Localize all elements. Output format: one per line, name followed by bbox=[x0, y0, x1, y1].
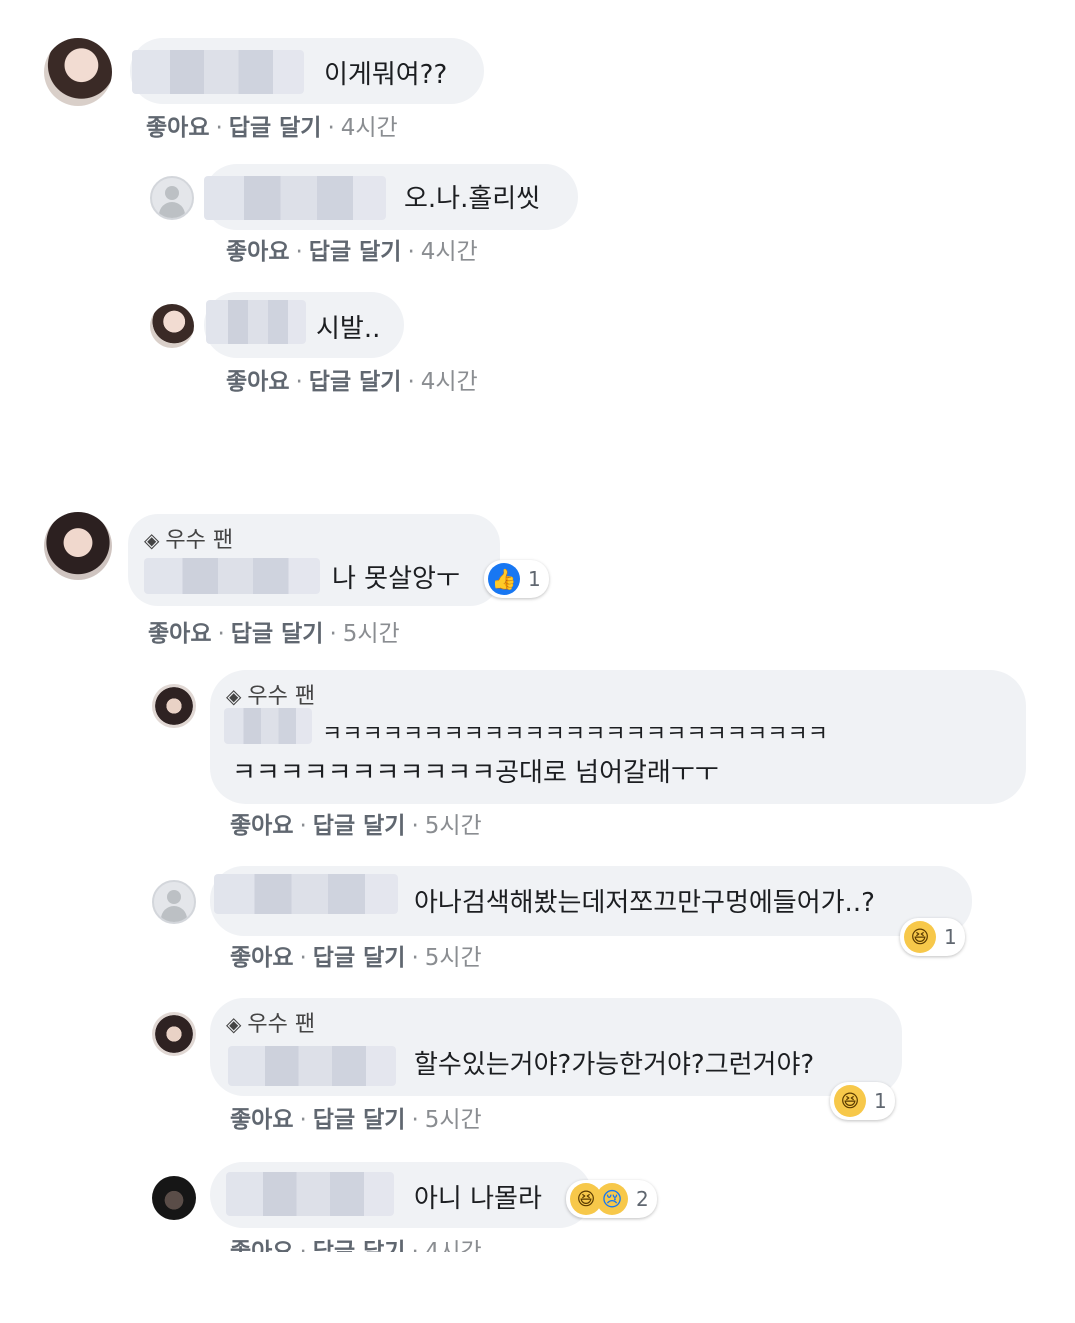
like-link[interactable]: 좋아요 bbox=[230, 813, 293, 839]
blurred-username bbox=[224, 708, 312, 744]
reply-bubble: 시발.. bbox=[204, 292, 404, 358]
default-avatar-icon[interactable] bbox=[152, 880, 196, 924]
reaction-count[interactable]: 😆 1 bbox=[830, 1082, 895, 1120]
reaction-count[interactable]: 👍 1 bbox=[484, 560, 549, 598]
timestamp[interactable]: 5시간 bbox=[425, 813, 482, 839]
haha-emoji-icon: 😆 bbox=[904, 921, 936, 953]
top-fan-badge: ◈ 우수 팬 bbox=[226, 1006, 315, 1038]
comment-actions: 좋아요 · 답글 달기 · 5시간 bbox=[148, 621, 400, 647]
blurred-username bbox=[214, 874, 398, 914]
diamond-icon: ◈ bbox=[226, 1012, 242, 1036]
like-link[interactable]: 좋아요 bbox=[230, 1239, 293, 1252]
reply-link[interactable]: 답글 달기 bbox=[313, 945, 406, 971]
comment-actions: 좋아요 · 답글 달기 · 4시간 bbox=[146, 115, 398, 141]
like-link[interactable]: 좋아요 bbox=[230, 945, 293, 971]
commenter-avatar[interactable] bbox=[152, 684, 196, 728]
reply-bubble: 아나검색해봤는데저쪼끄만구멍에들어가..? bbox=[210, 866, 972, 936]
comment-bubble: ◈ 우수 팬 나 못살앙ㅜ bbox=[128, 514, 500, 606]
commenter-avatar[interactable] bbox=[152, 1176, 196, 1220]
comment-text: 오.나.홀리씻 bbox=[404, 184, 541, 214]
comment-text-line1: ㅋㅋㅋㅋㅋㅋㅋㅋㅋㅋㅋㅋㅋㅋㅋㅋㅋㅋㅋㅋㅋㅋㅋㅋㅋ bbox=[322, 722, 829, 747]
comment-bubble: 이게뭐여?? bbox=[130, 38, 484, 104]
reply-bubble: ◈ 우수 팬 ㅋㅋㅋㅋㅋㅋㅋㅋㅋㅋㅋㅋㅋㅋㅋㅋㅋㅋㅋㅋㅋㅋㅋㅋㅋ ㅋㅋㅋㅋㅋㅋㅋㅋ… bbox=[210, 670, 1026, 804]
reply-bubble: 오.나.홀리씻 bbox=[204, 164, 578, 230]
reply-link[interactable]: 답글 달기 bbox=[229, 115, 322, 141]
timestamp[interactable]: 5시간 bbox=[425, 945, 482, 971]
badge-label: 우수 팬 bbox=[165, 528, 234, 553]
reaction-number: 1 bbox=[874, 1089, 887, 1113]
blurred-username bbox=[132, 50, 304, 94]
default-avatar-icon[interactable] bbox=[150, 176, 194, 220]
timestamp[interactable]: 4시간 bbox=[425, 1239, 482, 1252]
sad-emoji-icon: 😢 bbox=[596, 1183, 628, 1215]
comment-actions: 좋아요 · 답글 달기 · 4시간 bbox=[226, 239, 478, 265]
reply-bubble: ◈ 우수 팬 할수있는거야?가능한거야?그런거야? bbox=[210, 998, 902, 1096]
comment-actions: 좋아요 · 답글 달기 · 5시간 bbox=[230, 1107, 482, 1133]
comment-text: 아나검색해봤는데저쪼끄만구멍에들어가..? bbox=[414, 888, 875, 918]
timestamp[interactable]: 4시간 bbox=[341, 115, 398, 141]
like-link[interactable]: 좋아요 bbox=[146, 115, 209, 141]
blurred-username bbox=[226, 1172, 394, 1216]
reply-link[interactable]: 답글 달기 bbox=[313, 1239, 406, 1252]
thumbs-up-icon: 👍 bbox=[488, 563, 520, 595]
top-fan-badge: ◈ 우수 팬 bbox=[144, 522, 233, 554]
diamond-icon: ◈ bbox=[144, 528, 160, 552]
reply-link[interactable]: 답글 달기 bbox=[309, 239, 402, 265]
reply-bubble: 아니 나몰라 bbox=[210, 1162, 592, 1228]
like-link[interactable]: 좋아요 bbox=[226, 369, 289, 395]
blurred-username bbox=[206, 300, 306, 344]
like-link[interactable]: 좋아요 bbox=[230, 1107, 293, 1133]
badge-label: 우수 팬 bbox=[247, 1012, 316, 1037]
commenter-avatar[interactable] bbox=[44, 38, 112, 106]
timestamp[interactable]: 4시간 bbox=[421, 369, 478, 395]
comment-actions: 좋아요 · 답글 달기 · 5시간 bbox=[230, 945, 482, 971]
comment-actions: 좋아요 · 답글 달기 · 4시간 bbox=[230, 1232, 482, 1252]
comment-text: 시발.. bbox=[316, 314, 381, 344]
comment-text-line2: ㅋㅋㅋㅋㅋㅋㅋㅋㅋㅋㅋ공대로 넘어갈래ㅜㅜ bbox=[232, 758, 719, 788]
reaction-number: 1 bbox=[944, 925, 957, 949]
timestamp[interactable]: 5시간 bbox=[343, 621, 400, 647]
blurred-username bbox=[144, 558, 320, 594]
comment-text: 나 못살앙ㅜ bbox=[332, 564, 460, 594]
haha-emoji-icon: 😆 bbox=[834, 1085, 866, 1117]
badge-label: 우수 팬 bbox=[247, 684, 316, 709]
comment-text: 아니 나몰라 bbox=[414, 1184, 542, 1214]
reply-link[interactable]: 답글 달기 bbox=[313, 813, 406, 839]
timestamp[interactable]: 4시간 bbox=[421, 239, 478, 265]
like-link[interactable]: 좋아요 bbox=[148, 621, 211, 647]
commenter-avatar[interactable] bbox=[150, 304, 194, 348]
reaction-count[interactable]: 😆 😢 2 bbox=[566, 1180, 657, 1218]
reply-link[interactable]: 답글 달기 bbox=[309, 369, 402, 395]
reaction-number: 1 bbox=[528, 567, 541, 591]
commenter-avatar[interactable] bbox=[44, 512, 112, 580]
reply-link[interactable]: 답글 달기 bbox=[313, 1107, 406, 1133]
blurred-username bbox=[204, 176, 386, 220]
commenter-avatar[interactable] bbox=[152, 1012, 196, 1056]
reaction-number: 2 bbox=[636, 1187, 649, 1211]
comment-actions: 좋아요 · 답글 달기 · 5시간 bbox=[230, 813, 482, 839]
blurred-username bbox=[228, 1046, 396, 1086]
reply-link[interactable]: 답글 달기 bbox=[231, 621, 324, 647]
reaction-count[interactable]: 😆 1 bbox=[900, 918, 965, 956]
comment-actions: 좋아요 · 답글 달기 · 4시간 bbox=[226, 369, 478, 395]
comment-text: 이게뭐여?? bbox=[324, 60, 448, 90]
comment-text: 할수있는거야?가능한거야?그런거야? bbox=[414, 1050, 815, 1080]
like-link[interactable]: 좋아요 bbox=[226, 239, 289, 265]
timestamp[interactable]: 5시간 bbox=[425, 1107, 482, 1133]
top-fan-badge: ◈ 우수 팬 bbox=[226, 678, 315, 710]
diamond-icon: ◈ bbox=[226, 684, 242, 708]
